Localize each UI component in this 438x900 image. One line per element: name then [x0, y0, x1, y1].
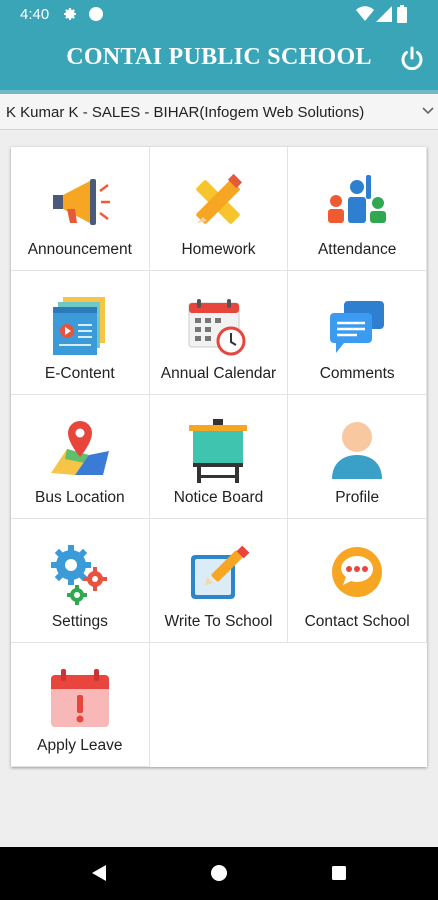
menu-item-bus-location[interactable]: Bus Location: [11, 395, 150, 519]
menu-item-annual-calendar[interactable]: Annual Calendar: [149, 271, 289, 395]
menu-item-homework[interactable]: Homework: [149, 147, 289, 271]
notification-dot-icon: [89, 7, 103, 21]
chat-bubble-icon: [332, 547, 383, 597]
menu-item-label: Apply Leave: [37, 737, 123, 754]
menu-item-write-to-school[interactable]: Write To School: [149, 519, 289, 643]
menu-item-profile[interactable]: Profile: [288, 395, 427, 519]
menu-item-settings[interactable]: Settings: [11, 519, 150, 643]
recents-icon[interactable]: [330, 864, 348, 882]
menu-item-announcement[interactable]: Announcement: [11, 147, 150, 271]
menu-item-label: Settings: [51, 613, 108, 630]
menu-item-attendance[interactable]: Attendance: [288, 147, 427, 271]
menu-item-contact-school[interactable]: Contact School: [288, 519, 427, 643]
battery-icon: [397, 5, 407, 23]
menu-item-label: Bus Location: [35, 489, 125, 506]
chevron-down-icon: [422, 107, 434, 115]
user-icon: [332, 422, 383, 479]
menu-item-label: Comments: [319, 365, 395, 382]
menu-item-e-content[interactable]: E-Content: [11, 271, 150, 395]
profile-selector-value: K Kumar K - SALES - BIHAR(Infogem Web So…: [6, 104, 365, 121]
back-icon[interactable]: [90, 864, 108, 882]
status-time: 4:40: [20, 6, 50, 23]
menu-item-label: Write To School: [164, 613, 273, 630]
map-pin-icon: [50, 421, 109, 475]
calendar-clock-icon: [188, 299, 246, 356]
status-bar: 4:40: [0, 0, 438, 28]
empty-cell: [150, 643, 289, 767]
chat-bubbles-icon: [330, 301, 385, 353]
gears-icon: [50, 545, 107, 605]
menu-item-comments[interactable]: Comments: [288, 271, 427, 395]
menu-item-label: E-Content: [44, 365, 115, 382]
menu-item-label: Annual Calendar: [160, 365, 277, 382]
profile-selector[interactable]: K Kumar K - SALES - BIHAR(Infogem Web So…: [0, 94, 438, 130]
megaphone-icon: [52, 179, 110, 225]
app-bar: CONTAI PUBLIC SCHOOL: [0, 28, 438, 90]
calendar-alert-icon: [50, 669, 109, 727]
menu-item-label: Profile: [335, 489, 380, 506]
menu-item-label: Notice Board: [173, 489, 264, 506]
home-icon[interactable]: [210, 864, 228, 882]
wifi-icon: [356, 6, 374, 21]
navigation-bar: [0, 847, 438, 900]
pencil-ruler-icon: [196, 173, 243, 224]
people-hand-raise-icon: [328, 175, 387, 223]
menu-item-label: Homework: [181, 241, 256, 258]
school-title: CONTAI PUBLIC SCHOOL: [66, 44, 372, 70]
edit-note-icon: [191, 545, 250, 599]
video-pages-icon: [52, 297, 105, 355]
empty-cell: [288, 643, 427, 767]
easel-board-icon: [189, 419, 248, 483]
power-icon[interactable]: [399, 46, 425, 72]
menu-grid: Announcement Homework Attendance E-Conte…: [11, 147, 427, 767]
settings-status-icon: [64, 8, 76, 21]
menu-item-label: Attendance: [317, 241, 397, 258]
menu-item-notice-board[interactable]: Notice Board: [149, 395, 289, 519]
cell-signal-icon: [376, 6, 392, 22]
menu-item-label: Contact School: [304, 613, 410, 630]
menu-item-apply-leave[interactable]: Apply Leave: [11, 643, 150, 767]
menu-item-label: Announcement: [27, 241, 132, 258]
